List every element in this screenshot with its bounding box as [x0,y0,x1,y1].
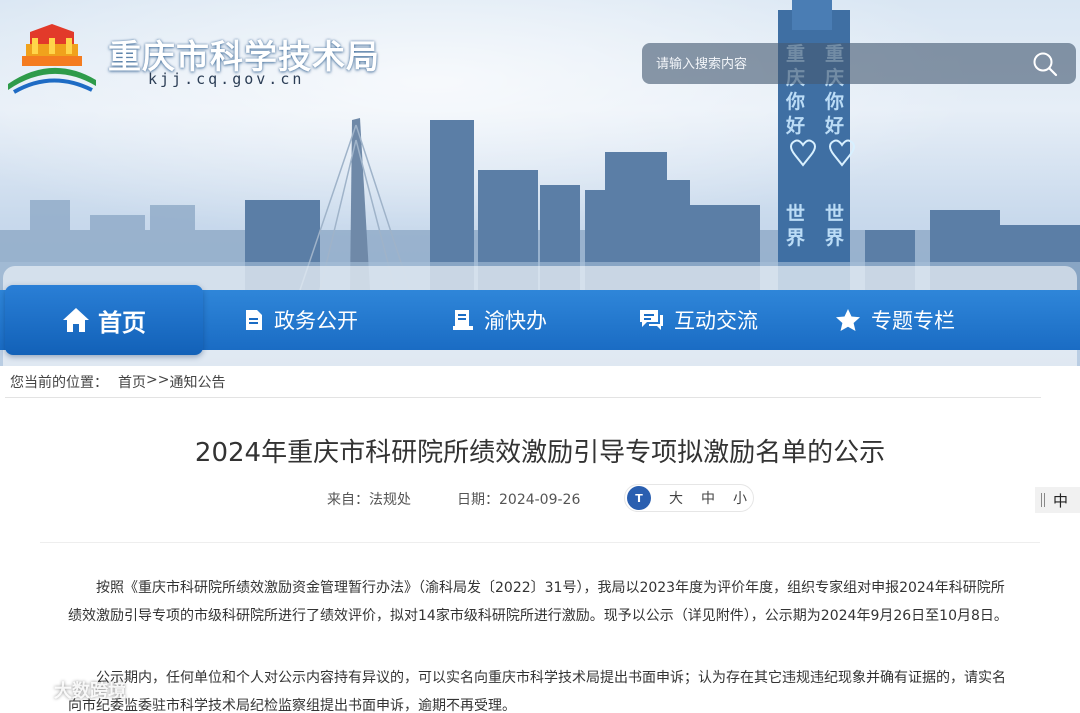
article-paragraph: 按照《重庆市科研院所绩效激励资金管理暂行办法》（渝科局发〔2022〕31号），我… [68,580,1008,624]
svg-text:好: 好 [785,114,805,137]
watermark: 大数跨境 [8,677,126,703]
article-paragraph: 公示期内，任何单位和个人对公示内容持有异议的，可以实名向重庆市科学技术局提出书面… [68,670,1006,713]
nav-item-label: 首页 [98,308,146,337]
nav-item-public-affairs[interactable]: 政务公开 [244,290,358,350]
source-label: 来自： [327,492,369,508]
date-value: 2024-09-26 [499,492,581,508]
site-domain: kjj.cq.gov.cn [148,70,305,88]
article-source: 来自：法规处 [327,489,411,509]
source-value: 法规处 [369,492,411,508]
search-icon[interactable] [1032,51,1058,77]
service-icon [453,310,473,330]
nav-item-topics[interactable]: 专题专栏 [835,290,955,350]
tab-divider [1044,493,1045,507]
document-icon [246,310,262,330]
date-label: 日期： [457,492,499,508]
meta-divider [40,542,1040,543]
breadcrumb-home-link[interactable]: 首页 [118,372,146,392]
nav-item-home[interactable]: 首页 [5,285,203,355]
font-size-medium-button[interactable]: 中 [701,488,715,508]
svg-text:你: 你 [824,90,844,113]
breadcrumb-divider [5,397,1041,398]
nav-item-label: 互动交流 [674,309,758,333]
home-icon [63,308,89,332]
nav-item-interaction[interactable]: 互动交流 [638,290,758,350]
svg-text:世: 世 [825,203,844,225]
svg-text:界: 界 [825,227,844,249]
nav-item-label: 专题专栏 [871,309,955,333]
logo-icon [8,24,96,94]
svg-text:好: 好 [824,114,844,137]
article-title: 2024年重庆市科研院所绩效激励引导专项拟激励名单的公示 [194,438,886,468]
breadcrumb-separator: >> [146,372,170,388]
language-label: 中 [1053,491,1069,510]
search-input[interactable] [656,54,1016,74]
article-date: 日期：2024-09-26 [457,489,580,509]
search-box [642,43,1076,84]
nav-item-yukuaiban[interactable]: 渝快办 [452,290,547,350]
language-switch-tab[interactable]: 中 [1035,487,1080,513]
nav-item-label: 渝快办 [484,309,547,333]
watermark-logo-icon [8,681,41,699]
breadcrumb-current-link[interactable]: 通知公告 [169,372,225,392]
svg-text:界: 界 [786,227,805,249]
tab-divider [1041,493,1042,507]
watermark-text: 大数跨境 [54,681,126,702]
breadcrumb-prefix: 您当前的位置： [10,375,108,391]
font-size-large-button[interactable]: 大 [669,488,683,508]
svg-text:你: 你 [785,90,805,113]
font-size-icon: T [627,486,651,510]
chat-icon [640,310,663,330]
svg-text:世: 世 [786,203,805,225]
nav-item-label: 政务公开 [274,309,358,333]
font-size-switcher: T 大 中 小 [624,484,754,512]
font-size-small-button[interactable]: 小 [733,488,747,508]
star-icon [836,309,860,331]
breadcrumb: 您当前的位置： 首页 >> 通知公告 [10,372,225,392]
